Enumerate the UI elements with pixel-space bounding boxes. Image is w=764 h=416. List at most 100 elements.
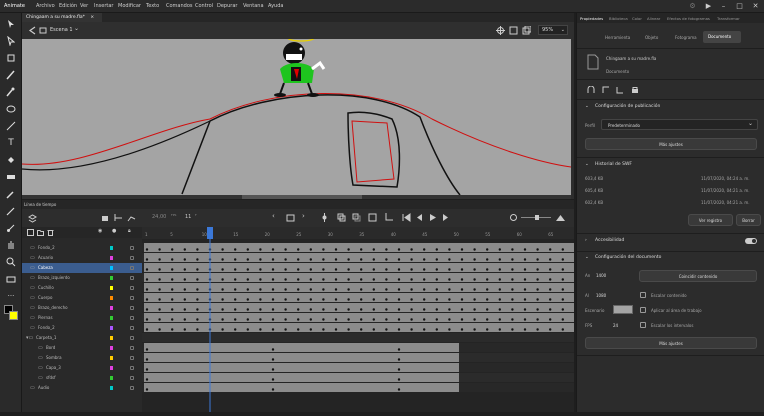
layer-name[interactable]: Piernas xyxy=(38,313,53,323)
layer-row[interactable]: ▭ Acuario xyxy=(22,253,142,263)
mountain-large-icon[interactable] xyxy=(556,213,565,222)
scene-label[interactable]: Escena 1 xyxy=(50,27,73,33)
menu-comandos[interactable]: Comandos xyxy=(166,3,193,9)
crop-corner-icon[interactable] xyxy=(616,86,624,94)
subtab-herramienta[interactable]: Herramienta xyxy=(605,35,630,40)
onion-outline-icon[interactable] xyxy=(352,213,361,222)
tab-alinear[interactable]: Alinear xyxy=(647,16,660,21)
menu-ayuda[interactable]: Ayuda xyxy=(268,3,283,9)
eyedropper-icon[interactable] xyxy=(5,188,17,200)
layer-row[interactable]: ▭ Audio xyxy=(22,383,142,393)
width-value[interactable]: 1400 xyxy=(596,273,606,278)
accessibility-title[interactable]: Accesibilidad xyxy=(595,238,624,243)
layer-name[interactable]: Acuario xyxy=(38,253,53,263)
profile-select[interactable]: Predeterminado ⌄ xyxy=(601,119,758,130)
clear-button[interactable]: Borrar xyxy=(736,214,761,226)
layer-color-swatch[interactable] xyxy=(110,286,113,290)
more-tools-icon[interactable]: ··· xyxy=(5,290,17,302)
view-log-button[interactable]: Ver registro xyxy=(688,214,733,226)
bone-tool-icon[interactable] xyxy=(5,222,17,234)
line-tool-icon[interactable] xyxy=(5,120,17,132)
layer-row[interactable]: ▭ Brazo_izquierdo xyxy=(22,273,142,283)
selection-tool-icon[interactable] xyxy=(5,18,17,30)
layer-name[interactable]: sfdsf xyxy=(46,373,56,383)
match-content-button[interactable]: Coincidir contenido xyxy=(639,270,757,282)
fill-color-swatch[interactable] xyxy=(9,311,18,320)
oval-tool-icon[interactable] xyxy=(5,103,17,115)
parenting-icon[interactable] xyxy=(114,213,123,222)
layer-name[interactable]: Brazo_izquierdo xyxy=(38,273,70,283)
playhead-icon[interactable] xyxy=(320,213,329,222)
layer-row[interactable]: ▭ Capa_3 xyxy=(22,363,142,373)
minimize-icon[interactable]: – xyxy=(719,2,728,11)
layer-row[interactable]: ▭ sfdsf xyxy=(22,373,142,383)
lock-icon[interactable] xyxy=(130,336,134,340)
layer-name[interactable]: Sombra xyxy=(46,353,62,363)
tab-close-icon[interactable]: × xyxy=(90,15,94,20)
edit-symbols-icon[interactable] xyxy=(522,26,531,35)
edit-multiple-frames-icon[interactable] xyxy=(368,213,377,222)
text-tool-icon[interactable]: T xyxy=(5,137,17,149)
back-arrow-icon[interactable] xyxy=(28,26,38,35)
chevron-down-icon[interactable]: ⌄ xyxy=(585,104,589,109)
layer-row[interactable]: ▭ Fondo_2 xyxy=(22,243,142,253)
layer-row[interactable]: ▭ Cabeza xyxy=(22,263,142,273)
lock-icon[interactable] xyxy=(130,366,134,370)
layer-color-swatch[interactable] xyxy=(110,256,113,260)
lock-icon[interactable] xyxy=(130,256,134,260)
menu-depurar[interactable]: Depurar xyxy=(217,3,237,9)
layer-color-swatch[interactable] xyxy=(110,376,113,380)
clip-icon[interactable] xyxy=(509,26,518,35)
layer-name[interactable]: Cuchillo xyxy=(38,283,54,293)
apply-pasteboard-checkbox[interactable] xyxy=(640,307,646,313)
layer-color-swatch[interactable] xyxy=(110,266,113,270)
timeline-title[interactable]: Línea de tiempo xyxy=(24,202,56,207)
layer-row[interactable]: ▭ Piernas xyxy=(22,313,142,323)
layer-color-swatch[interactable] xyxy=(110,336,113,340)
layer-row[interactable]: ▭ Bord xyxy=(22,343,142,353)
layer-name[interactable]: Audio xyxy=(38,383,49,393)
paint-bucket-icon[interactable] xyxy=(5,154,17,166)
layer-row[interactable]: ▭ Fondo_2 xyxy=(22,323,142,333)
first-frame-icon[interactable] xyxy=(402,213,411,222)
layer-color-swatch[interactable] xyxy=(110,316,113,320)
layer-color-swatch[interactable] xyxy=(110,296,113,300)
lock-icon[interactable] xyxy=(130,266,134,270)
height-value[interactable]: 1080 xyxy=(596,293,606,298)
zoom-slider[interactable] xyxy=(521,215,551,220)
history-title[interactable]: Historial de SWF xyxy=(595,162,632,167)
chevron-down-icon[interactable]: ⌄ xyxy=(585,162,589,167)
document-tab[interactable]: Chingaam a su madre.fla* × xyxy=(22,13,102,22)
next-keyframe-icon[interactable]: › xyxy=(302,212,305,220)
layer-color-swatch[interactable] xyxy=(110,366,113,370)
stage-canvas[interactable] xyxy=(21,34,572,196)
chevron-down-icon[interactable]: ⌄ xyxy=(585,255,589,260)
hand-tool-icon[interactable] xyxy=(5,239,17,251)
layer-name[interactable]: Bord xyxy=(46,343,55,353)
lock-icon[interactable] xyxy=(130,276,134,280)
layer-name[interactable]: Cuerpo xyxy=(38,293,52,303)
step-forward-icon[interactable] xyxy=(441,213,450,222)
layer-name[interactable]: Carpeta_1 xyxy=(36,333,56,343)
graph-icon[interactable] xyxy=(127,213,136,222)
lock-icon[interactable] xyxy=(130,316,134,320)
layer-name[interactable]: Brazo_derecho xyxy=(38,303,68,313)
layer-name[interactable]: Cabeza xyxy=(38,263,53,273)
lock-icon[interactable] xyxy=(130,376,134,380)
center-stage-icon[interactable] xyxy=(496,26,505,35)
lock-icon[interactable] xyxy=(130,346,134,350)
layer-name[interactable]: Capa_3 xyxy=(46,363,61,373)
doc-settings-title[interactable]: Configuración del documento xyxy=(595,255,661,260)
stage-color-swatch[interactable] xyxy=(613,305,633,314)
new-layer-icon[interactable] xyxy=(27,229,34,236)
subtab-fotograma[interactable]: Fotograma xyxy=(675,35,697,40)
layer-folder[interactable]: ▾▭ Carpeta_1 xyxy=(22,333,142,343)
layer-color-swatch[interactable] xyxy=(110,356,113,360)
lock-icon[interactable] xyxy=(130,326,134,330)
step-back-icon[interactable] xyxy=(415,213,424,222)
delete-layer-icon[interactable] xyxy=(47,229,54,236)
new-folder-icon[interactable] xyxy=(37,229,44,236)
layer-row[interactable]: ▭ Cuchillo xyxy=(22,283,142,293)
transform-tool-icon[interactable] xyxy=(5,52,17,64)
loop-icon[interactable] xyxy=(509,213,518,222)
